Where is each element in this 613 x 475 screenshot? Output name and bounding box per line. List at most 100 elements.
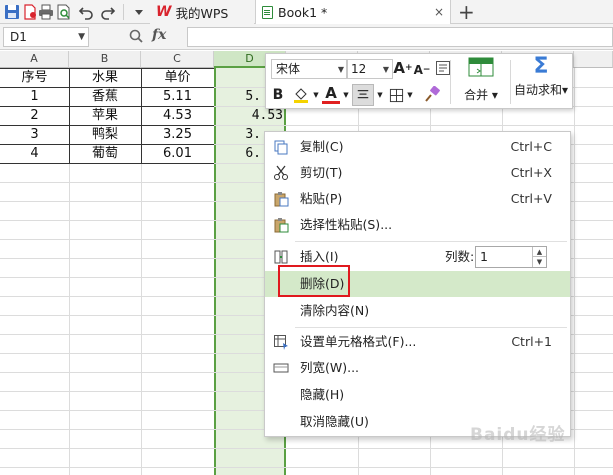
table-cell[interactable]: 1	[0, 87, 69, 106]
table-cell[interactable]: 5.11	[141, 87, 214, 106]
copy-icon	[273, 139, 289, 155]
table-cell[interactable]: 6.	[214, 144, 264, 163]
menu-item-label: 复制(C)	[300, 139, 344, 154]
table-cell[interactable]: 3.	[214, 125, 264, 144]
menu-item-shortcut: Ctrl+V	[510, 191, 552, 206]
chevron-down-icon[interactable]: ▼	[342, 88, 350, 102]
formula-bar: D1 ▼ fx	[0, 24, 613, 50]
tab-my-wps-label: 我的WPS	[175, 5, 229, 21]
column-header-c[interactable]: C	[141, 51, 214, 68]
merge-button[interactable]: 合并 ▾	[456, 57, 506, 103]
column-header-a[interactable]: A	[0, 51, 69, 68]
merge-cells-icon	[468, 57, 494, 77]
baidu-watermark: Baidu经验	[470, 425, 566, 445]
column-count-stepper[interactable]: 1 ▲ ▼	[475, 246, 547, 268]
menu-item-label: 隐藏(H)	[300, 387, 345, 402]
column-count-value: 1	[480, 249, 488, 264]
font-size-select[interactable]: 12 ▼	[346, 59, 393, 79]
menu-item-label: 列宽(W)...	[300, 360, 360, 375]
table-cell[interactable]: 3.25	[141, 125, 214, 144]
table-cell[interactable]: 2	[0, 106, 69, 125]
paste-special-icon	[273, 217, 289, 233]
formula-input[interactable]	[187, 27, 613, 47]
table-cell[interactable]: 4.53	[141, 106, 214, 125]
insert-icon	[273, 249, 289, 265]
menu-item-shortcut: Ctrl+1	[511, 334, 552, 349]
chevron-down-icon[interactable]: ▼	[376, 88, 384, 102]
table-cell[interactable]: 3	[0, 125, 69, 144]
format-painter-icon[interactable]	[422, 84, 442, 104]
table-cell[interactable]: 4	[0, 144, 69, 163]
paste-icon	[273, 191, 289, 207]
autosum-label: 自动求和	[513, 83, 562, 97]
table-cell[interactable]: 葡萄	[69, 144, 141, 163]
column-gridline	[574, 68, 575, 475]
print-preview-icon[interactable]	[55, 3, 73, 21]
chevron-down-icon: ▼	[382, 65, 389, 74]
tab-book1[interactable]: Book1 * ×	[255, 0, 451, 24]
table-cell[interactable]: 鸭梨	[69, 125, 141, 144]
tab-my-wps[interactable]: W 我的WPS	[150, 0, 254, 24]
menu-item-label: 剪切(T)	[300, 165, 343, 180]
zoom-search-icon[interactable]	[128, 28, 144, 44]
column-width-icon	[273, 360, 289, 376]
title-bar: W 我的WPS Book1 * × +	[0, 0, 613, 24]
table-cell[interactable]: 香蕉	[69, 87, 141, 106]
name-box-dropdown-icon[interactable]: ▼	[78, 28, 85, 46]
font-size-value: 12	[351, 62, 367, 76]
menu-item-label: 取消隐藏(U)	[300, 414, 369, 429]
menu-divider	[295, 327, 567, 328]
name-box-value: D1	[10, 30, 27, 44]
menu-item-paste[interactable]: 粘贴(P) Ctrl+V	[265, 186, 570, 212]
new-tab-plus-icon[interactable]: +	[458, 1, 475, 23]
menu-item-label: 插入(I)	[300, 249, 339, 264]
table-header-cell[interactable]: 序号	[0, 68, 69, 87]
table-cell[interactable]: 6.01	[141, 144, 214, 163]
align-center-button[interactable]	[352, 84, 374, 106]
column-count-label: 列数:	[445, 249, 475, 264]
menu-item-clear-contents[interactable]: 清除内容(N)	[265, 298, 570, 324]
toolbar-divider	[450, 60, 451, 104]
spreadsheet-doc-icon	[262, 5, 273, 19]
font-name-select[interactable]: 宋体 ▼	[271, 59, 348, 79]
borders-icon[interactable]	[387, 85, 405, 105]
floating-format-toolbar: 宋体 ▼ 12 ▼ A + A − B ▼ A ▼ ▼ ▼ 合并 ▾ Σ 自动求和▾	[265, 53, 573, 109]
table-cell[interactable]: 5.	[214, 87, 264, 106]
column-header-i[interactable]	[574, 51, 613, 68]
bold-button[interactable]: B	[270, 86, 286, 104]
column-header-b[interactable]: B	[69, 51, 141, 68]
highlight-callout-box	[278, 265, 350, 297]
name-box[interactable]: D1 ▼	[3, 27, 89, 47]
spin-down-icon[interactable]: ▼	[532, 257, 546, 267]
chevron-down-icon[interactable]: ▼	[312, 88, 320, 102]
table-header-cell[interactable]: 水果	[69, 68, 141, 87]
autosum-button[interactable]: Σ 自动求和▾	[510, 56, 572, 98]
menu-item-paste-special[interactable]: 选择性粘贴(S)...	[265, 212, 570, 238]
menu-divider	[295, 241, 567, 242]
table-header-cell[interactable]: 单价	[141, 68, 214, 87]
font-color-icon[interactable]: A	[322, 84, 340, 104]
menu-item-column-width[interactable]: 列宽(W)...	[265, 355, 570, 381]
save-icon[interactable]	[3, 3, 21, 21]
increase-font-icon[interactable]: A +	[393, 58, 412, 78]
fill-color-icon[interactable]	[290, 85, 312, 105]
menu-item-format-cells[interactable]: 设置单元格格式(F)... Ctrl+1	[265, 329, 570, 355]
customize-dropdown-icon[interactable]	[130, 3, 148, 21]
spin-up-icon[interactable]: ▲	[532, 247, 546, 257]
menu-item-hide[interactable]: 隐藏(H)	[265, 382, 570, 408]
redo-icon[interactable]	[99, 3, 117, 21]
decrease-font-icon[interactable]: A −	[413, 60, 431, 80]
menu-item-label: 清除内容(N)	[300, 303, 370, 318]
insert-function-icon[interactable]: fx	[152, 27, 166, 43]
tab-close-icon[interactable]: ×	[434, 5, 444, 19]
menu-item-shortcut: Ctrl+X	[510, 165, 552, 180]
undo-icon[interactable]	[77, 3, 95, 21]
chevron-down-icon[interactable]: ▼	[406, 88, 414, 102]
format-cells-icon	[273, 334, 289, 350]
menu-item-cut[interactable]: 剪切(T) Ctrl+X	[265, 160, 570, 186]
table-cell[interactable]: 苹果	[69, 106, 141, 125]
print-icon[interactable]	[37, 3, 55, 21]
tab-book1-label: Book1 *	[278, 4, 328, 20]
menu-item-label: 设置单元格格式(F)...	[300, 334, 417, 349]
menu-item-copy[interactable]: 复制(C) Ctrl+C	[265, 134, 570, 160]
